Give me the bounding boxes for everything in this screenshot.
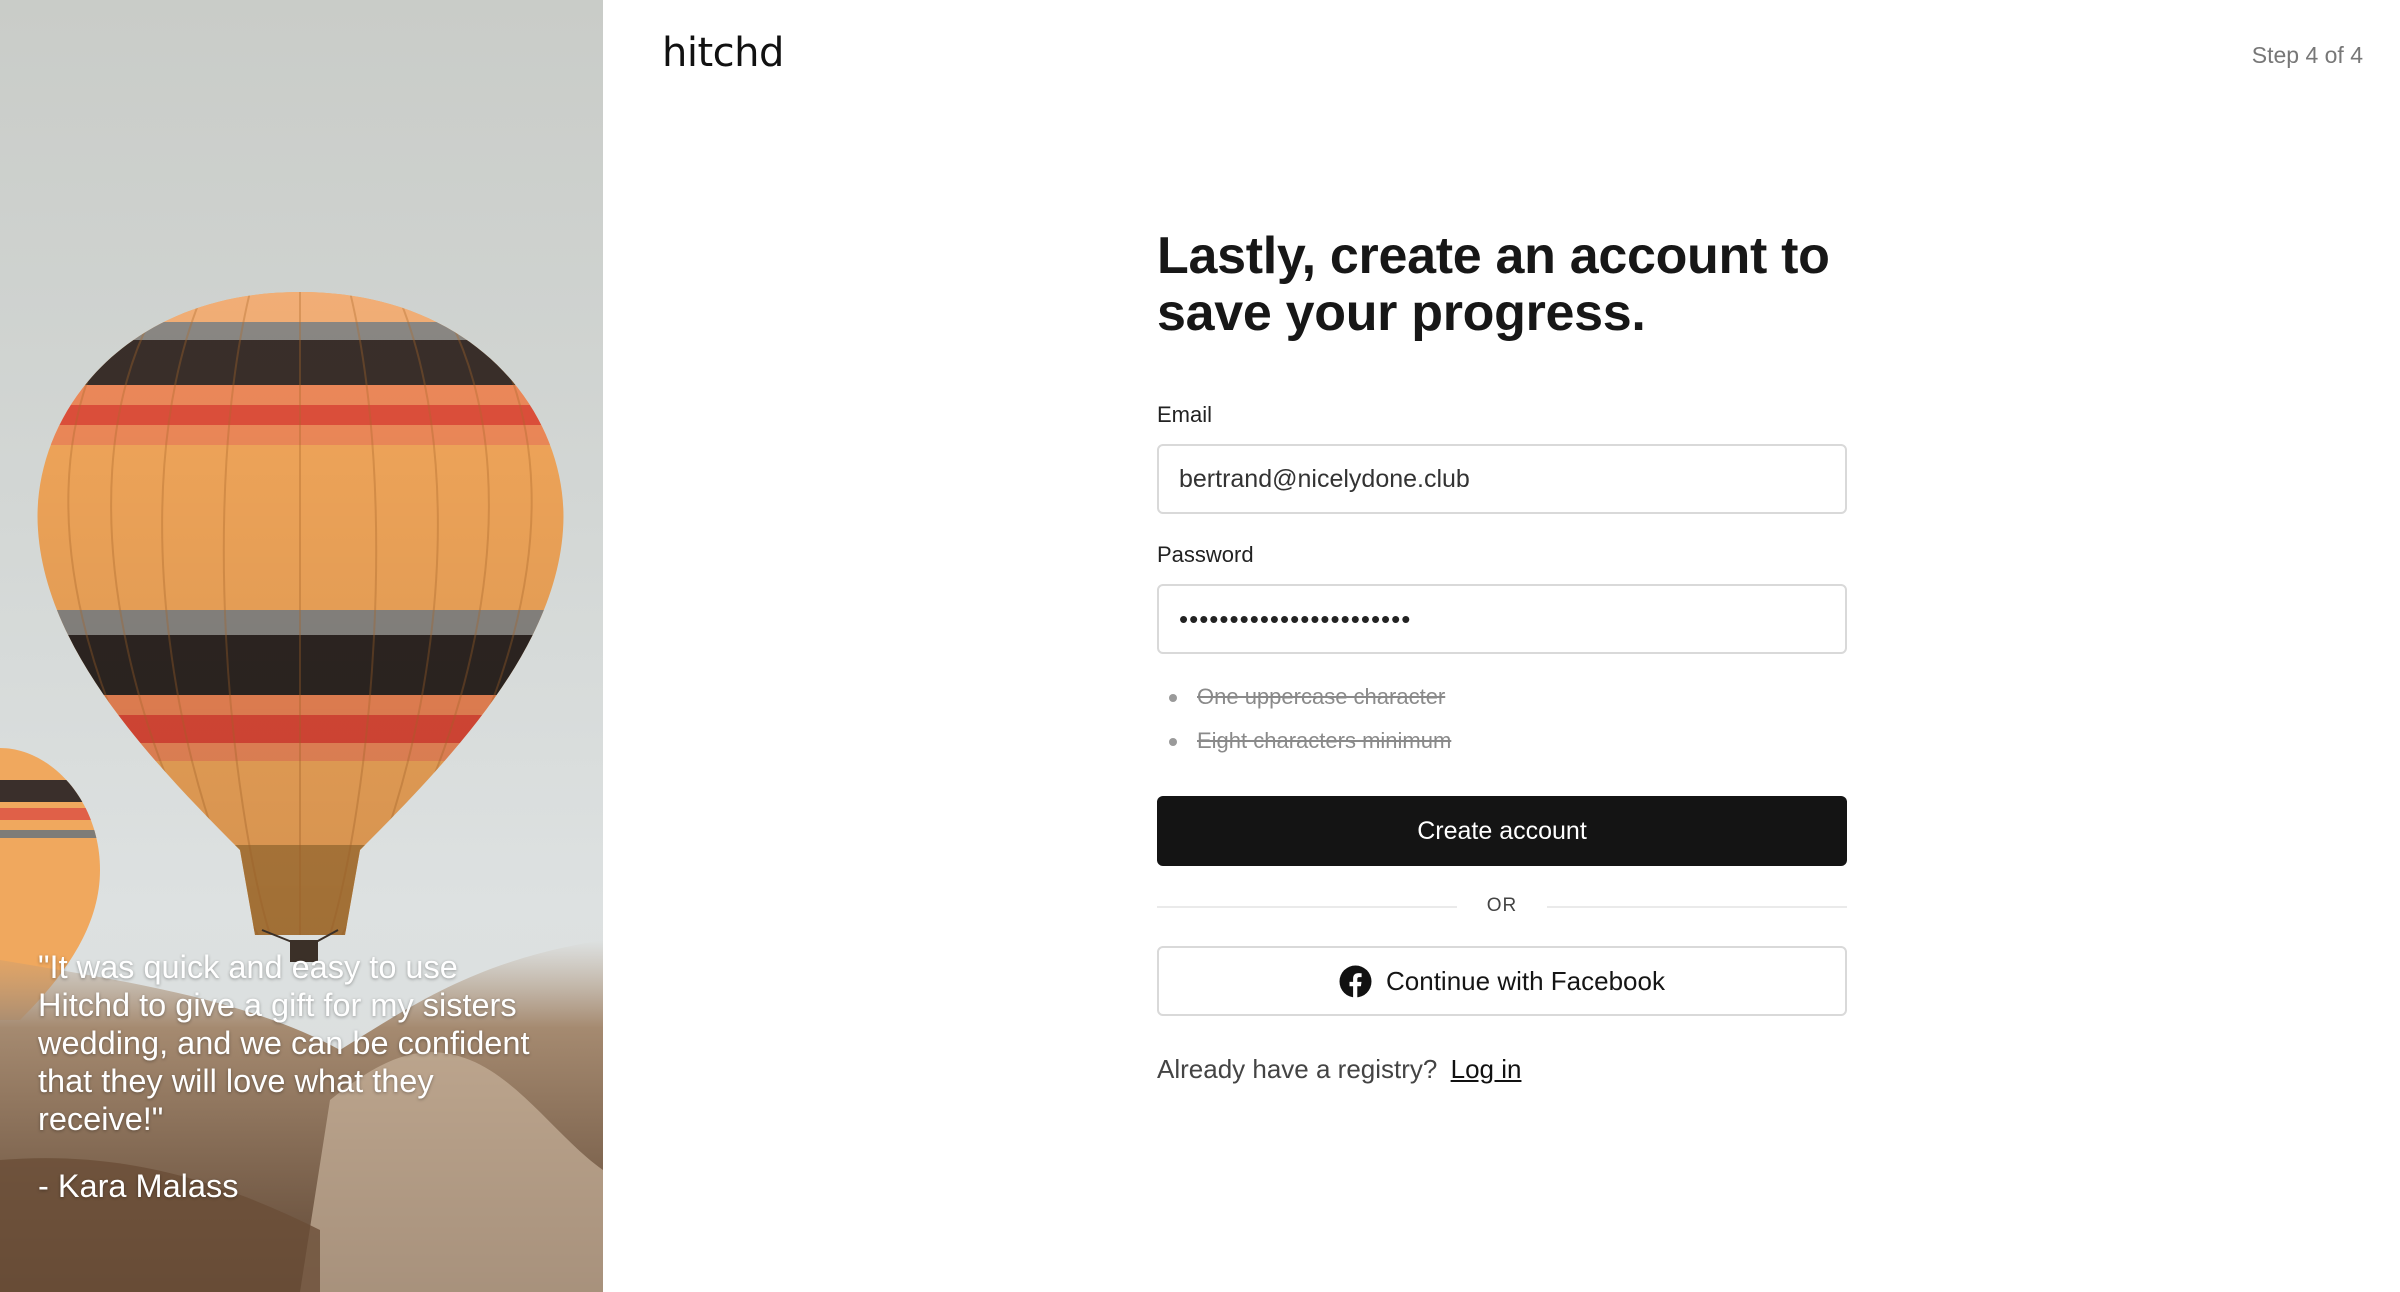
page-title: Lastly, create an account to save your p… — [1157, 227, 1830, 342]
login-prompt-row: Already have a registry? Log in — [1157, 1054, 1847, 1085]
facebook-icon — [1339, 965, 1372, 998]
email-value: bertrand@nicelydone.club — [1179, 464, 1470, 493]
login-link[interactable]: Log in — [1451, 1054, 1522, 1084]
password-requirements: One uppercase character Eight characters… — [1157, 684, 1847, 772]
divider-line-right — [1547, 906, 1847, 908]
create-account-button[interactable]: Create account — [1157, 796, 1847, 866]
hitchd-logo[interactable]: hitchd — [662, 30, 784, 76]
login-prompt: Already have a registry? — [1157, 1054, 1438, 1084]
facebook-button-label: Continue with Facebook — [1386, 965, 1665, 996]
requirement-uppercase: One uppercase character — [1169, 684, 1847, 728]
email-field[interactable]: bertrand@nicelydone.club — [1157, 444, 1847, 514]
requirement-length: Eight characters minimum — [1169, 728, 1847, 772]
continue-with-facebook-button[interactable]: Continue with Facebook — [1157, 946, 1847, 1016]
or-divider: OR — [1157, 895, 1847, 916]
email-label: Email — [1157, 402, 1213, 427]
testimonial-author: - Kara Malass — [38, 1168, 239, 1204]
testimonial-quote: "It was quick and easy to use Hitchd to … — [38, 949, 530, 1137]
password-field[interactable]: ••••••••••••••••••••••• — [1157, 584, 1847, 654]
step-indicator: Step 4 of 4 — [2251, 42, 2363, 68]
password-label: Password — [1157, 542, 1254, 567]
hero-image-panel: "It was quick and easy to use Hitchd to … — [0, 0, 603, 1292]
password-value: ••••••••••••••••••••••• — [1179, 603, 1412, 634]
create-account-form: Lastly, create an account to save your p… — [1157, 228, 1847, 1085]
